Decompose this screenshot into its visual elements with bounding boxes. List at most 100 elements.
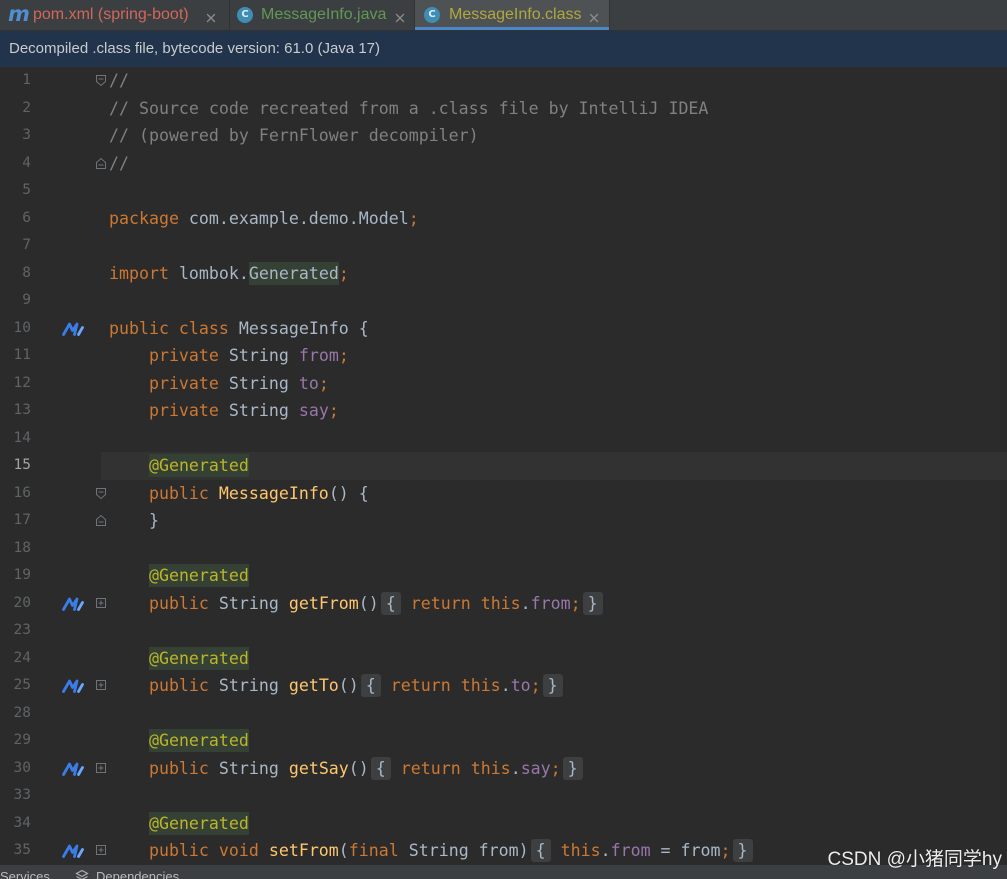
code-line[interactable]: 17 } — [0, 507, 1007, 535]
code-token: . — [520, 593, 531, 613]
code-token: () — [338, 676, 359, 696]
code-assistant-icon[interactable] — [61, 678, 85, 694]
code-token: String — [218, 346, 299, 366]
dependencies-tool-button[interactable]: Dependencies — [96, 869, 179, 879]
expand-fold-icon[interactable] — [95, 597, 107, 610]
tab-messageinfo-java[interactable]: C MessageInfo.java — [230, 0, 415, 30]
code-token: @Generated — [148, 454, 249, 478]
line-number: 14 — [13, 429, 31, 446]
code-token: public class — [109, 318, 229, 338]
code-line[interactable]: 28 — [0, 700, 1007, 728]
code-line[interactable]: 15 @Generated — [0, 452, 1007, 480]
folded-code-placeholder[interactable]: } — [542, 674, 563, 698]
fold-end-icon[interactable] — [95, 157, 107, 170]
code-line[interactable]: 6 package com.example.demo.Model; — [0, 205, 1007, 233]
folded-code-placeholder[interactable]: { — [380, 591, 401, 615]
code-token: to — [298, 373, 319, 393]
code-token: String — [218, 401, 299, 421]
fold-start-icon[interactable] — [95, 487, 107, 500]
code-token: import — [109, 263, 169, 283]
code-line[interactable]: 25 public String getTo(){ return this.to… — [0, 672, 1007, 700]
line-number: 16 — [13, 484, 31, 501]
code-line[interactable]: 5 — [0, 177, 1007, 205]
close-icon[interactable] — [206, 10, 216, 23]
code-line[interactable]: 7 — [0, 232, 1007, 260]
code-line[interactable]: 11 private String from; — [0, 342, 1007, 370]
services-tool-button[interactable]: Services — [0, 869, 50, 879]
code-assistant-icon[interactable] — [61, 596, 85, 612]
code-token: private — [109, 346, 219, 366]
folded-code-placeholder[interactable]: } — [582, 591, 603, 615]
class-icon: C — [424, 7, 440, 23]
folded-code-placeholder[interactable]: { — [370, 756, 391, 780]
code-line[interactable]: 34 @Generated — [0, 810, 1007, 838]
code-token: from — [610, 841, 651, 861]
code-token: ; — [570, 593, 581, 613]
code-assistant-icon[interactable] — [61, 843, 85, 859]
code-token: getSay — [288, 758, 349, 778]
code-line[interactable]: 8 import lombok.Generated; — [0, 260, 1007, 288]
code-line[interactable]: 18 — [0, 535, 1007, 563]
folded-code-placeholder[interactable]: } — [562, 756, 583, 780]
code-line[interactable]: 30 public String getSay(){ return this.s… — [0, 755, 1007, 783]
close-icon[interactable] — [589, 10, 599, 23]
code-editor[interactable]: 1 // 2 // Source code recreated from a .cla… — [0, 67, 1007, 865]
expand-fold-icon[interactable] — [95, 762, 107, 775]
code-line[interactable]: 16 public MessageInfo() { — [0, 480, 1007, 508]
decompiled-notice-banner: Decompiled .class file, bytecode version… — [0, 31, 1007, 67]
code-token: public void — [109, 841, 259, 861]
code-token: getFrom — [288, 593, 359, 613]
code-token: from — [298, 346, 339, 366]
code-token: } — [109, 511, 159, 531]
folded-code-placeholder[interactable]: { — [360, 674, 381, 698]
code-line[interactable]: 1 // — [0, 67, 1007, 95]
code-assistant-icon[interactable] — [61, 761, 85, 777]
code-line[interactable]: 4 // — [0, 150, 1007, 178]
code-token: // — [109, 71, 129, 91]
line-number: 7 — [22, 237, 31, 254]
line-number: 4 — [22, 154, 31, 171]
fold-start-icon[interactable] — [95, 74, 107, 87]
code-token: () — [358, 593, 379, 613]
code-line[interactable]: 19 @Generated — [0, 562, 1007, 590]
line-number: 25 — [13, 677, 31, 694]
code-line[interactable]: 10 public class MessageInfo { — [0, 315, 1007, 343]
close-icon[interactable] — [395, 10, 405, 23]
code-token: // Source code recreated from a .class f… — [109, 98, 709, 118]
code-token: from — [530, 593, 571, 613]
expand-fold-icon[interactable] — [95, 679, 107, 692]
code-text: @Generated — [109, 810, 249, 838]
code-line[interactable]: 14 — [0, 425, 1007, 453]
code-token: return this — [400, 758, 511, 778]
code-token: private — [109, 401, 219, 421]
tab-pom-xml[interactable]: m pom.xml (spring-boot) — [0, 0, 230, 30]
code-text: // (powered by FernFlower decompiler) — [109, 122, 479, 150]
code-line[interactable]: 20 public String getFrom(){ return this.… — [0, 590, 1007, 618]
tab-label: pom.xml (spring-boot) — [33, 6, 189, 23]
code-line[interactable]: 3 // (powered by FernFlower decompiler) — [0, 122, 1007, 150]
code-line[interactable]: 12 private String to; — [0, 370, 1007, 398]
code-line[interactable]: 29 @Generated — [0, 727, 1007, 755]
tab-messageinfo-class[interactable]: C MessageInfo.class — [415, 0, 610, 30]
code-line[interactable]: 2 // Source code recreated from a .class … — [0, 95, 1007, 123]
folded-code-placeholder[interactable]: } — [732, 839, 753, 863]
code-line[interactable]: 9 — [0, 287, 1007, 315]
fold-end-icon[interactable] — [95, 514, 107, 527]
expand-fold-icon[interactable] — [95, 844, 107, 857]
line-number: 1 — [22, 72, 31, 89]
code-line[interactable]: 33 — [0, 782, 1007, 810]
code-line[interactable]: 23 — [0, 617, 1007, 645]
code-token: ; — [408, 208, 419, 228]
watermark: CSDN @小猪同学hy — [827, 849, 1002, 870]
code-line[interactable]: 13 private String say; — [0, 397, 1007, 425]
code-token: final — [348, 841, 399, 861]
code-token: return this — [410, 593, 521, 613]
folded-code-placeholder[interactable]: { — [530, 839, 551, 863]
code-line[interactable]: 24 @Generated — [0, 645, 1007, 673]
code-assistant-icon[interactable] — [61, 321, 85, 337]
